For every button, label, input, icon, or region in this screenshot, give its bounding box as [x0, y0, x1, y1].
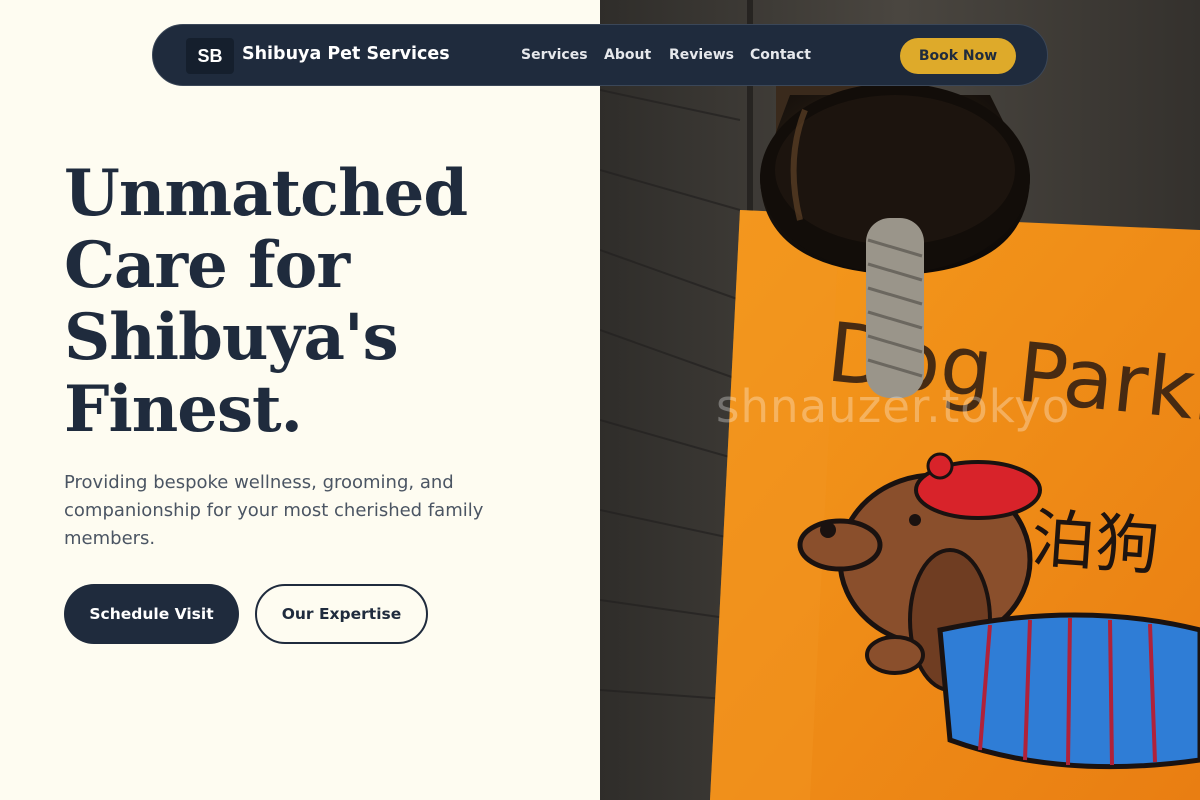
our-expertise-button[interactable]: Our Expertise — [255, 584, 428, 644]
nav-link-about[interactable]: About — [604, 47, 651, 63]
logo-badge[interactable]: SB — [186, 38, 234, 74]
hero-title: Unmatched Care for Shibuya's Finest. — [64, 158, 584, 446]
nav-link-reviews[interactable]: Reviews — [669, 47, 734, 63]
navbar: SB Shibuya Pet Services Services About R… — [152, 24, 1048, 86]
nav-link-contact[interactable]: Contact — [750, 47, 811, 63]
brand-name[interactable]: Shibuya Pet Services — [242, 44, 450, 64]
book-now-button[interactable]: Book Now — [900, 38, 1016, 74]
hero-title-line: Shibuya's — [64, 300, 399, 375]
hero-title-line: Care for — [64, 228, 350, 303]
hero-subtitle: Providing bespoke wellness, grooming, an… — [64, 472, 484, 549]
svg-text:泊狗: 泊狗 — [1029, 502, 1162, 585]
schedule-visit-button[interactable]: Schedule Visit — [64, 584, 239, 644]
hero-title-line: Unmatched — [64, 156, 468, 231]
hero-title-line: Finest. — [64, 372, 303, 447]
photo-watermark: shnauzer.tokyo — [716, 380, 1071, 433]
nav-link-services[interactable]: Services — [521, 47, 588, 63]
hero-photo: Dog Parkin 泊狗 — [600, 0, 1200, 800]
